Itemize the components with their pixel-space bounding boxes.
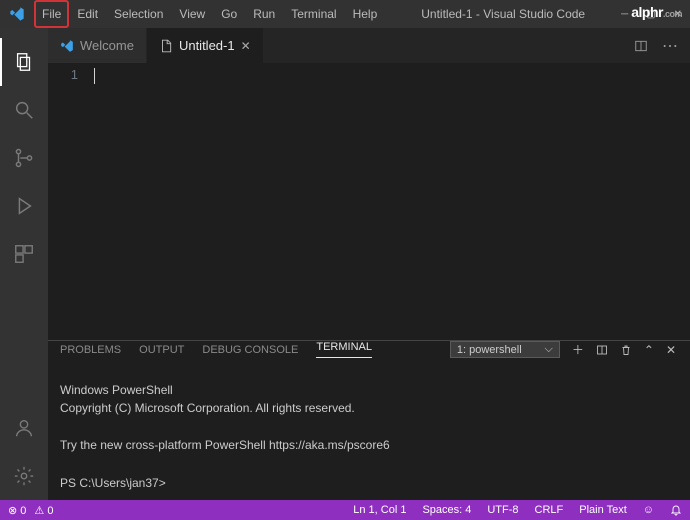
extensions-icon[interactable] [0,230,48,278]
status-spaces[interactable]: Spaces: 4 [422,504,471,516]
split-editor-icon[interactable] [634,39,648,53]
more-actions-icon[interactable]: ⋯ [662,36,678,56]
close-tab-icon[interactable]: ✕ [241,39,251,53]
file-icon [159,39,173,53]
bottom-panel: PROBLEMS OUTPUT DEBUG CONSOLE TERMINAL 1… [48,340,690,500]
activity-bar [0,28,48,500]
vscode-logo-icon [0,6,34,22]
terminal[interactable]: Windows PowerShell Copyright (C) Microso… [48,358,690,515]
search-icon[interactable] [0,86,48,134]
bell-icon[interactable] [670,504,682,516]
chevron-down-icon: ⌵ [545,343,553,356]
panel-tab-debug[interactable]: DEBUG CONSOLE [202,344,298,356]
status-warnings[interactable]: ⚠ 0 [34,504,53,517]
window-title: Untitled-1 - Visual Studio Code [385,7,621,21]
status-lncol[interactable]: Ln 1, Col 1 [353,504,406,516]
menu-help[interactable]: Help [345,0,386,28]
accounts-icon[interactable] [0,404,48,452]
tab-welcome[interactable]: Welcome [48,28,147,63]
status-bar: ⊗ 0 ⚠ 0 Ln 1, Col 1 Spaces: 4 UTF-8 CRLF… [0,500,690,520]
main-area: Welcome Untitled-1 ✕ ⋯ 1 [0,28,690,500]
menu-view[interactable]: View [171,0,213,28]
menu-terminal[interactable]: Terminal [283,0,344,28]
new-terminal-icon[interactable]: ＋ [572,341,584,358]
feedback-icon[interactable]: ☺ [643,504,654,516]
panel-tab-output[interactable]: OUTPUT [139,344,184,356]
explorer-icon[interactable] [0,38,48,86]
menu-edit[interactable]: Edit [69,0,106,28]
minimize-icon[interactable]: ─ [621,9,628,20]
kill-terminal-icon[interactable] [620,344,632,356]
panel-tab-problems[interactable]: PROBLEMS [60,344,121,356]
status-lang[interactable]: Plain Text [579,504,627,516]
editor-tabs: Welcome Untitled-1 ✕ ⋯ [48,28,690,63]
panel-tab-terminal[interactable]: TERMINAL [316,341,372,358]
watermark: alphr.com [631,4,682,20]
titlebar: File Edit Selection View Go Run Terminal… [0,0,690,28]
line-number: 1 [48,63,94,340]
menu-bar: File Edit Selection View Go Run Terminal… [34,0,385,28]
code-surface[interactable] [94,63,690,340]
menu-run[interactable]: Run [245,0,283,28]
tab-untitled[interactable]: Untitled-1 ✕ [147,28,264,63]
editor[interactable]: 1 [48,63,690,340]
status-errors[interactable]: ⊗ 0 [8,504,26,517]
cursor [94,68,95,84]
tab-label: Welcome [80,38,134,53]
vscode-icon [60,39,74,53]
editor-area: Welcome Untitled-1 ✕ ⋯ 1 [48,28,690,500]
settings-icon[interactable] [0,452,48,500]
split-terminal-icon[interactable] [596,344,608,356]
terminal-selector[interactable]: 1: powershell⌵ [450,341,560,358]
close-panel-icon[interactable]: ✕ [666,343,676,357]
status-encoding[interactable]: UTF-8 [487,504,518,516]
run-debug-icon[interactable] [0,182,48,230]
tab-label: Untitled-1 [179,38,235,53]
menu-selection[interactable]: Selection [106,0,171,28]
maximize-panel-icon[interactable]: ⌃ [644,343,654,357]
menu-file[interactable]: File [34,0,69,28]
status-eol[interactable]: CRLF [535,504,564,516]
panel-tabs: PROBLEMS OUTPUT DEBUG CONSOLE TERMINAL 1… [48,341,690,358]
source-control-icon[interactable] [0,134,48,182]
menu-go[interactable]: Go [213,0,245,28]
